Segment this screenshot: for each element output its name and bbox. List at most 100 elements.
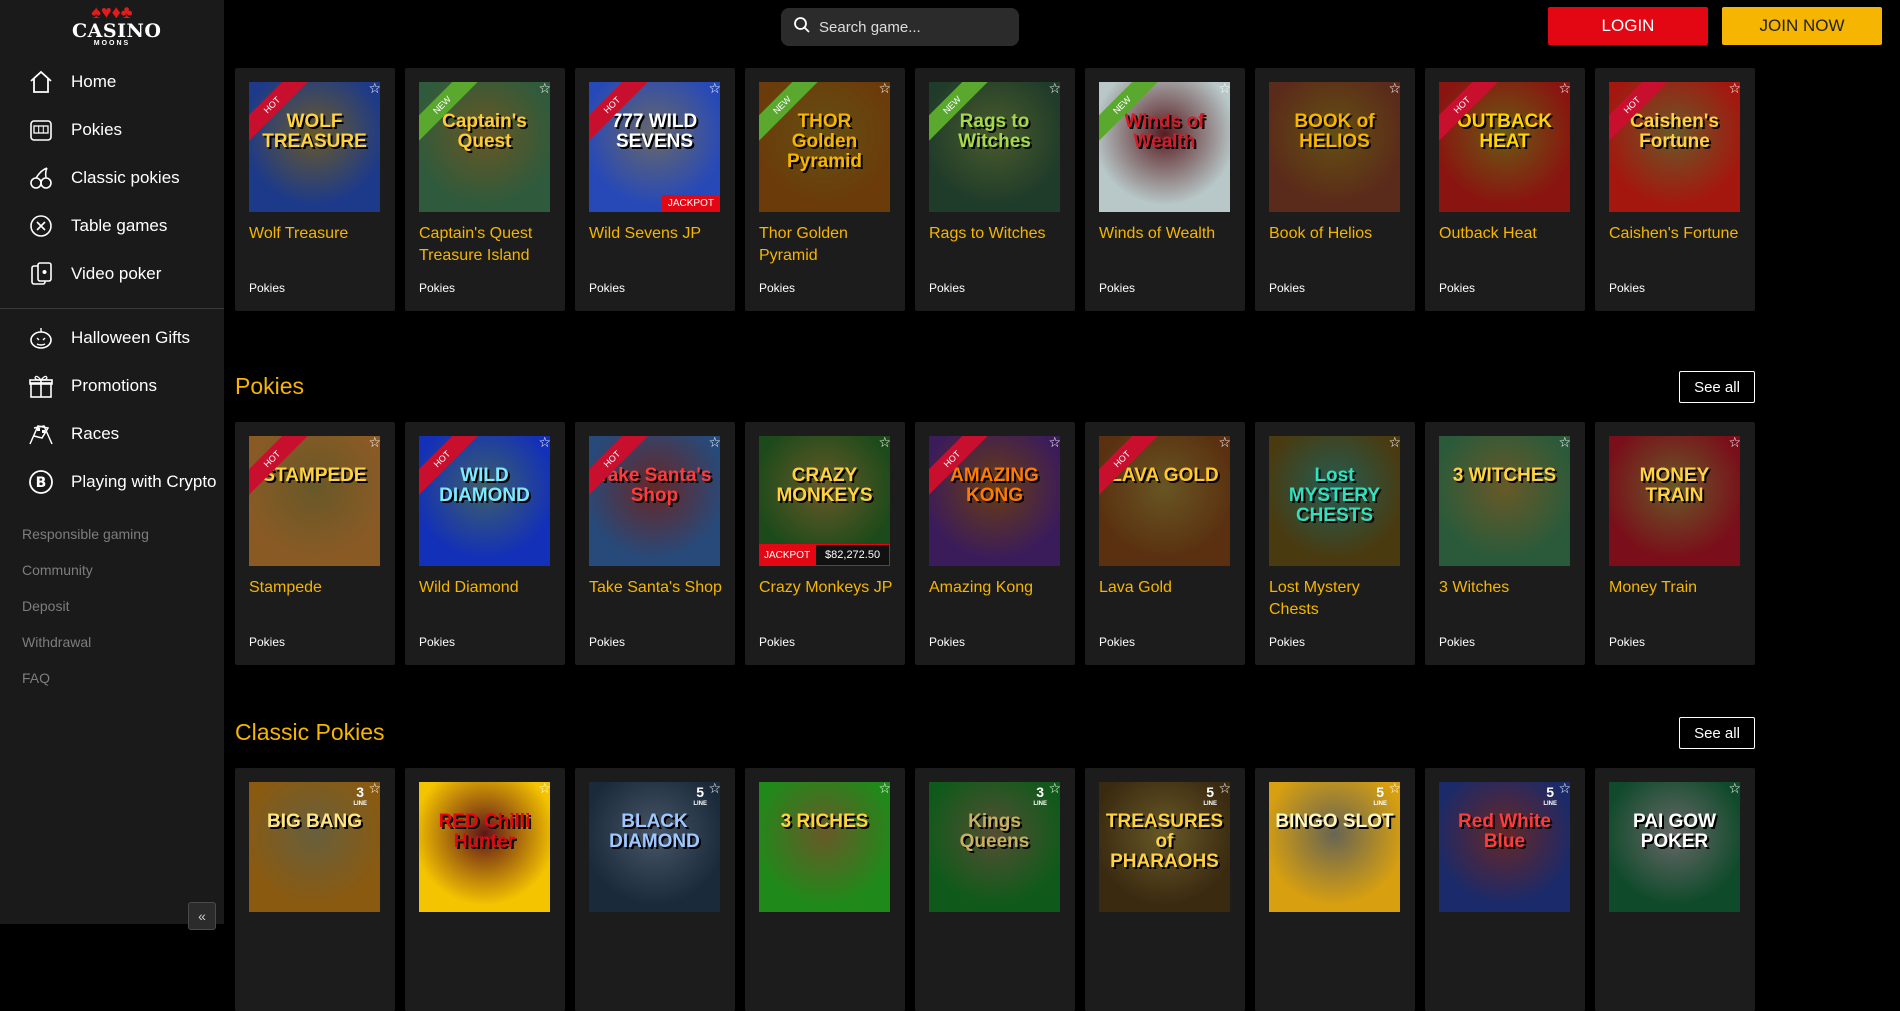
game-title[interactable]: Wild Sevens JP — [589, 223, 724, 245]
favorite-star-icon[interactable]: ☆ — [1218, 780, 1231, 797]
game-thumbnail[interactable]: AMAZING KONG HOT — [929, 436, 1060, 566]
game-thumbnail[interactable]: THOR Golden Pyramid NEW — [759, 82, 890, 212]
game-card[interactable]: PAI GOW POKER ☆ — [1595, 768, 1755, 1011]
game-title[interactable]: Outback Heat — [1439, 223, 1574, 245]
game-title[interactable]: Rags to Witches — [929, 223, 1064, 245]
game-card[interactable]: AMAZING KONG HOT ☆ Amazing Kong Pokies — [915, 422, 1075, 665]
game-title[interactable]: Captain's Quest Treasure Island — [419, 223, 554, 267]
search-box[interactable] — [781, 8, 1019, 46]
game-card[interactable]: Captain's Quest NEW ☆ Captain's Quest Treas… — [405, 68, 565, 311]
sidebar-item-promotions[interactable]: Promotions — [0, 362, 224, 410]
game-title[interactable]: Caishen's Fortune — [1609, 223, 1744, 245]
sidebar-item-classic-pokies[interactable]: Classic pokies — [0, 154, 224, 202]
game-thumbnail[interactable]: RED Chilli Hunter — [419, 782, 550, 912]
game-title[interactable]: Wolf Treasure — [249, 223, 384, 245]
favorite-star-icon[interactable]: ☆ — [538, 780, 551, 797]
sidebar-item-pokies[interactable]: Pokies — [0, 106, 224, 154]
game-card[interactable]: CRAZY MONKEYS JACKPOT $82,272.50 ☆ Crazy Mon… — [745, 422, 905, 665]
game-thumbnail[interactable]: OUTBACK HEAT HOT — [1439, 82, 1570, 212]
favorite-star-icon[interactable]: ☆ — [1558, 434, 1571, 451]
game-card[interactable]: THOR Golden Pyramid NEW ☆ Thor Golden Pyram… — [745, 68, 905, 311]
game-thumbnail[interactable]: WOLF TREASURE HOT — [249, 82, 380, 212]
game-thumbnail[interactable]: CRAZY MONKEYS JACKPOT $82,272.50 — [759, 436, 890, 566]
game-card[interactable]: 3 RICHES ☆ — [745, 768, 905, 1011]
game-title[interactable]: Amazing Kong — [929, 577, 1064, 599]
game-thumbnail[interactable]: Rags to Witches NEW — [929, 82, 1060, 212]
game-card[interactable]: BINGO SLOT 5 LINE ☆ — [1255, 768, 1415, 1011]
collapse-sidebar-button[interactable]: « — [188, 902, 216, 930]
favorite-star-icon[interactable]: ☆ — [708, 780, 721, 797]
favorite-star-icon[interactable]: ☆ — [1218, 80, 1231, 97]
footer-link-responsible-gaming[interactable]: Responsible gaming — [22, 524, 149, 560]
sidebar-item-video-poker[interactable]: Video poker — [0, 250, 224, 298]
game-card[interactable]: 777 WILD SEVENS HOT JACKPOT ☆ Wild Sevens JP… — [575, 68, 735, 311]
favorite-star-icon[interactable]: ☆ — [1728, 434, 1741, 451]
game-title[interactable]: 3 Witches — [1439, 577, 1574, 599]
favorite-star-icon[interactable]: ☆ — [1558, 780, 1571, 797]
game-thumbnail[interactable]: BOOK of HELIOS — [1269, 82, 1400, 212]
game-card[interactable]: Caishen's Fortune HOT ☆ Caishen's Fortune Po… — [1595, 68, 1755, 311]
game-card[interactable]: BOOK of HELIOS ☆ Book of Helios Pokies — [1255, 68, 1415, 311]
game-thumbnail[interactable]: 3 RICHES — [759, 782, 890, 912]
sidebar-item-halloween-gifts[interactable]: Halloween Gifts — [0, 314, 224, 362]
game-card[interactable]: Rags to Witches NEW ☆ Rags to Witches Pokies — [915, 68, 1075, 311]
game-card[interactable]: STAMPEDE HOT ☆ Stampede Pokies — [235, 422, 395, 665]
favorite-star-icon[interactable]: ☆ — [1558, 80, 1571, 97]
game-card[interactable]: Winds of Wealth NEW ☆ Winds of Wealth Pokies — [1085, 68, 1245, 311]
favorite-star-icon[interactable]: ☆ — [1728, 780, 1741, 797]
favorite-star-icon[interactable]: ☆ — [1388, 434, 1401, 451]
game-card[interactable]: BLACK DIAMOND 5 LINE ☆ — [575, 768, 735, 1011]
game-thumbnail[interactable]: WILD DIAMOND HOT — [419, 436, 550, 566]
game-card[interactable]: Lost MYSTERY CHESTS ☆ Lost Mystery Chests P… — [1255, 422, 1415, 665]
game-title[interactable]: Crazy Monkeys JP — [759, 577, 894, 599]
favorite-star-icon[interactable]: ☆ — [1728, 80, 1741, 97]
favorite-star-icon[interactable]: ☆ — [538, 80, 551, 97]
sidebar-item-table-games[interactable]: Table games — [0, 202, 224, 250]
footer-link-deposit[interactable]: Deposit — [22, 596, 149, 632]
game-card[interactable]: 3 WITCHES ☆ 3 Witches Pokies — [1425, 422, 1585, 665]
footer-link-faq[interactable]: FAQ — [22, 668, 149, 704]
game-title[interactable]: Winds of Wealth — [1099, 223, 1234, 245]
game-card[interactable]: OUTBACK HEAT HOT ☆ Outback Heat Pokies — [1425, 68, 1585, 311]
favorite-star-icon[interactable]: ☆ — [878, 434, 891, 451]
game-card[interactable]: MONEY TRAIN ☆ Money Train Pokies — [1595, 422, 1755, 665]
game-card[interactable]: Take Santa's Shop HOT ☆ Take Santa's Shop Po… — [575, 422, 735, 665]
favorite-star-icon[interactable]: ☆ — [538, 434, 551, 451]
favorite-star-icon[interactable]: ☆ — [1388, 780, 1401, 797]
footer-link-withdrawal[interactable]: Withdrawal — [22, 632, 149, 668]
game-thumbnail[interactable]: Winds of Wealth NEW — [1099, 82, 1230, 212]
casino-logo[interactable]: ♠♥♦♣ CASINO MOONS — [72, 2, 161, 50]
see-all-pokies-button[interactable]: See all — [1679, 371, 1755, 403]
game-thumbnail[interactable]: 777 WILD SEVENS HOT JACKPOT — [589, 82, 720, 212]
game-card[interactable]: TREASURES of PHARAOHS 5 LINE ☆ — [1085, 768, 1245, 1011]
game-thumbnail[interactable]: MONEY TRAIN — [1609, 436, 1740, 566]
favorite-star-icon[interactable]: ☆ — [1388, 80, 1401, 97]
game-title[interactable]: Take Santa's Shop — [589, 577, 724, 599]
favorite-star-icon[interactable]: ☆ — [1048, 80, 1061, 97]
game-card[interactable]: Kings Queens 3 LINE ☆ — [915, 768, 1075, 1011]
game-thumbnail[interactable]: Take Santa's Shop HOT — [589, 436, 720, 566]
game-card[interactable]: LAVA GOLD HOT ☆ Lava Gold Pokies — [1085, 422, 1245, 665]
game-thumbnail[interactable]: Caishen's Fortune HOT — [1609, 82, 1740, 212]
favorite-star-icon[interactable]: ☆ — [878, 80, 891, 97]
game-thumbnail[interactable]: PAI GOW POKER — [1609, 782, 1740, 912]
favorite-star-icon[interactable]: ☆ — [368, 434, 381, 451]
game-thumbnail[interactable]: LAVA GOLD HOT — [1099, 436, 1230, 566]
sidebar-item-home[interactable]: Home — [0, 58, 224, 106]
footer-link-community[interactable]: Community — [22, 560, 149, 596]
game-title[interactable]: Wild Diamond — [419, 577, 554, 599]
sidebar-item-races[interactable]: Races — [0, 410, 224, 458]
game-title[interactable]: Lost Mystery Chests — [1269, 577, 1404, 621]
favorite-star-icon[interactable]: ☆ — [708, 434, 721, 451]
search-input[interactable] — [817, 17, 1011, 37]
game-card[interactable]: Red White Blue 5 LINE ☆ — [1425, 768, 1585, 1011]
favorite-star-icon[interactable]: ☆ — [368, 780, 381, 797]
game-title[interactable]: Thor Golden Pyramid — [759, 223, 894, 267]
game-card[interactable]: WOLF TREASURE HOT ☆ Wolf Treasure Pokies — [235, 68, 395, 311]
game-card[interactable]: WILD DIAMOND HOT ☆ Wild Diamond Pokies — [405, 422, 565, 665]
game-card[interactable]: BIG BANG 3 LINE ☆ — [235, 768, 395, 1011]
favorite-star-icon[interactable]: ☆ — [1048, 434, 1061, 451]
game-thumbnail[interactable]: 3 WITCHES — [1439, 436, 1570, 566]
see-all-classic-pokies-button[interactable]: See all — [1679, 717, 1755, 749]
favorite-star-icon[interactable]: ☆ — [878, 780, 891, 797]
